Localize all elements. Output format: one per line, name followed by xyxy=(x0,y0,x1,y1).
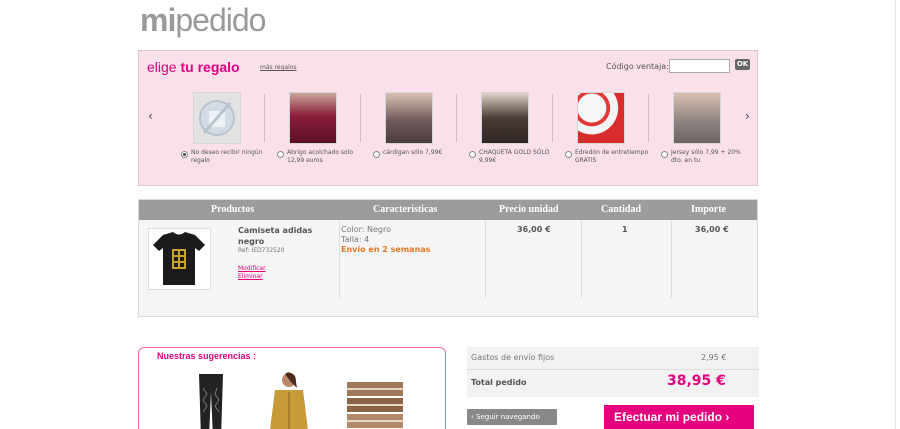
gift-radio-cardigan[interactable] xyxy=(373,151,380,158)
page-edge-divider xyxy=(895,0,896,429)
gift-option-cardigan[interactable]: cárdigan sólo 7,99€ xyxy=(360,91,461,181)
quantity: 1 xyxy=(622,225,628,234)
checkout-button[interactable]: Efectuar mi pedido › xyxy=(604,405,754,429)
shipping-label: Gastos de envío fijos xyxy=(471,353,555,362)
gift-option-jersey[interactable]: Jersey sólo 7,99 + 20% dto. en tu xyxy=(648,91,749,181)
column-divider xyxy=(339,220,340,298)
gift-carousel: No deseo recibir ningún regalo Abrigo ac… xyxy=(173,91,741,181)
product-size: Talla: 4 xyxy=(341,235,370,244)
gift-separator xyxy=(552,94,553,142)
product-ref: Ref: IED732520 xyxy=(238,247,285,254)
more-gifts-link[interactable]: más regalos xyxy=(260,64,297,71)
suggestion-leggings-image[interactable] xyxy=(181,368,241,429)
gift-radio-jersey[interactable] xyxy=(661,151,668,158)
gift-panel-title: elige tu regalo xyxy=(147,59,240,75)
order-summary: Gastos de envío fijos 2,95 € Total pedid… xyxy=(467,347,759,397)
suggestions-title: Nuestras sugerencias : xyxy=(157,351,257,361)
jacket-image xyxy=(481,92,529,144)
header-quantity: Cantidad xyxy=(601,204,642,215)
header-unit-price: Precio unidad xyxy=(499,204,559,215)
product-image[interactable] xyxy=(148,228,211,290)
gift-separator xyxy=(456,94,457,142)
gift-radio-none[interactable] xyxy=(181,151,188,158)
gift-option-none[interactable]: No deseo recibir ningún regalo xyxy=(177,91,269,181)
suggestion-towels-image[interactable] xyxy=(345,368,405,429)
header-products: Productos xyxy=(211,204,255,215)
no-gift-image xyxy=(193,92,241,144)
promo-code-label: Código ventaja: xyxy=(606,62,669,71)
gift-option-label: No deseo recibir ningún regalo xyxy=(191,149,263,164)
gift-option-label: cárdigan sólo 7,99€ xyxy=(383,149,443,156)
continue-shopping-button[interactable]: ‹ Seguir navegando xyxy=(467,409,557,425)
gift-separator xyxy=(360,94,361,142)
gift-option-coat[interactable]: Abrigo acolchado solo 12,99 euros xyxy=(264,91,365,181)
shipping-time: Envío en 2 semanas xyxy=(341,245,431,254)
line-total: 36,00 € xyxy=(695,225,729,234)
header-characteristics: Caracteristicas xyxy=(373,204,438,215)
total-value: 38,95 € xyxy=(667,373,726,389)
gift-option-label: CHAQUETA GOLD SÓLO 9,99€ xyxy=(479,149,550,164)
jersey-image xyxy=(673,92,721,144)
logo-part2: pedido xyxy=(175,2,266,38)
suggestions-panel: Nuestras sugerencias : xyxy=(138,347,446,429)
gift-radio-duvet[interactable] xyxy=(565,151,572,158)
promo-code-ok-button[interactable]: OK xyxy=(735,59,750,70)
unit-price: 36,00 € xyxy=(517,225,551,234)
column-divider xyxy=(671,220,672,298)
cardigan-image xyxy=(385,92,433,144)
gift-option-jacket[interactable]: CHAQUETA GOLD SÓLO 9,99€ xyxy=(456,91,557,181)
carousel-prev-arrow-icon[interactable]: ‹ xyxy=(148,109,153,123)
cart-table-header: Productos Caracteristicas Precio unidad … xyxy=(139,200,757,220)
summary-divider xyxy=(467,369,759,370)
promo-code-input[interactable] xyxy=(669,59,730,73)
cart-table: Productos Caracteristicas Precio unidad … xyxy=(138,199,758,317)
column-divider xyxy=(485,220,486,298)
gift-separator xyxy=(264,94,265,142)
gift-title-part2: tu regalo xyxy=(180,59,240,75)
duvet-image xyxy=(577,92,625,144)
gift-radio-jacket[interactable] xyxy=(469,151,476,158)
coat-image xyxy=(289,92,337,144)
shipping-value: 2,95 € xyxy=(701,353,727,362)
gift-title-part1: elige xyxy=(147,59,177,75)
suggestion-coat-image[interactable] xyxy=(259,368,319,429)
total-label: Total pedido xyxy=(471,378,527,387)
gift-option-duvet[interactable]: Edredón de entretiempo GRATIS xyxy=(552,91,653,181)
product-name[interactable]: Camiseta adidas negro xyxy=(238,225,323,247)
site-logo[interactable]: mipedido xyxy=(140,2,266,39)
gift-option-label: Abrigo acolchado solo 12,99 euros xyxy=(287,149,354,164)
column-divider xyxy=(581,220,582,298)
gift-option-label: Edredón de entretiempo GRATIS xyxy=(575,149,649,164)
logo-part1: mi xyxy=(140,2,176,38)
delete-item-link[interactable]: Eliminar xyxy=(238,273,263,280)
modify-item-link[interactable]: Modificar xyxy=(238,265,266,272)
header-total: Importe xyxy=(691,204,726,215)
gift-panel: elige tu regalo más regalos Código venta… xyxy=(138,50,758,186)
product-color: Color: Negro xyxy=(341,225,391,234)
gift-separator xyxy=(648,94,649,142)
gift-radio-coat[interactable] xyxy=(277,151,284,158)
gift-option-label: Jersey sólo 7,99 + 20% dto. en tu xyxy=(671,149,741,164)
